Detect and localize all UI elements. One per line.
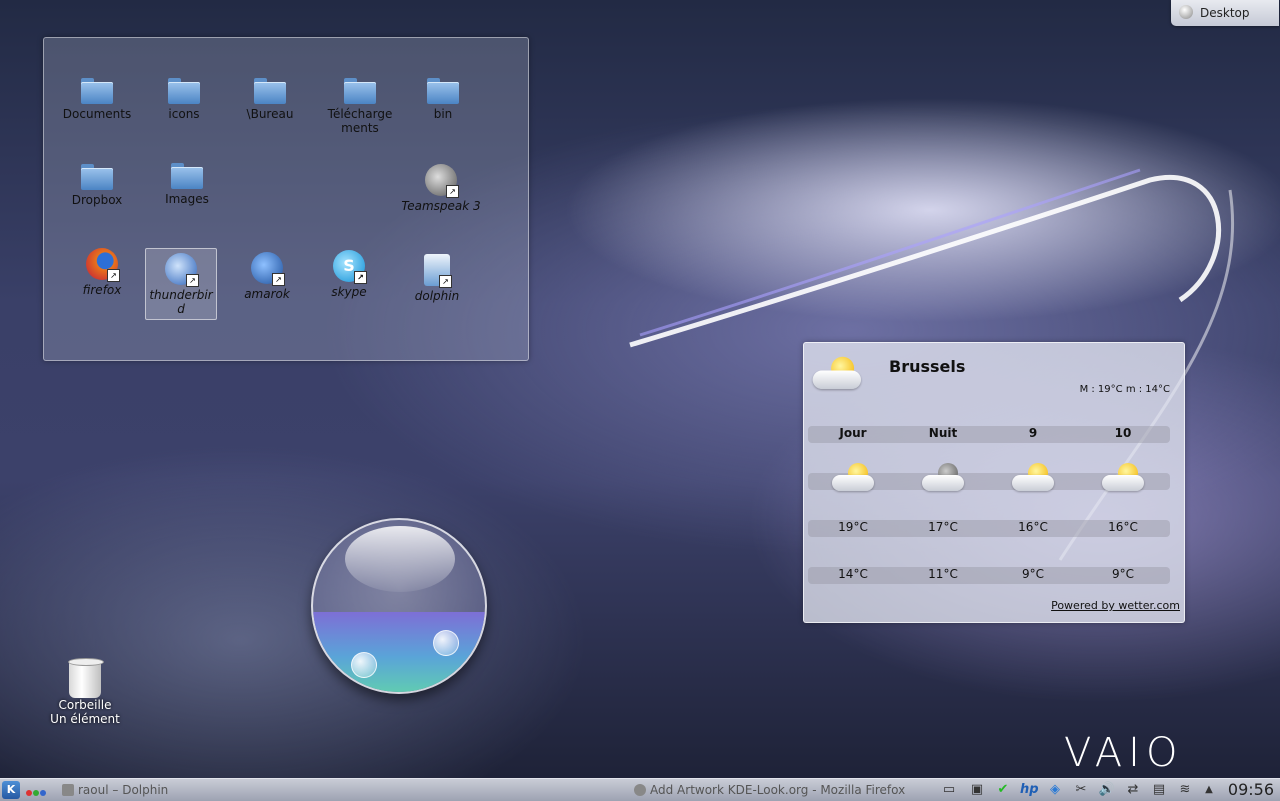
- clipboard-scissors-icon[interactable]: ✂: [1072, 781, 1090, 799]
- plasma-toolbox-icon: [1179, 5, 1193, 19]
- weather-high: 19°C: [838, 520, 868, 534]
- bubblemon-widget: [311, 518, 487, 694]
- weather-minmax: M : 19°C m : 14°C: [1079, 384, 1170, 395]
- dolphin-icon: [62, 784, 74, 796]
- weather-low: 9°C: [1021, 567, 1044, 581]
- tray-expand-icon[interactable]: ▲: [1200, 781, 1218, 799]
- folder-icon: [427, 78, 459, 104]
- vaio-logo: VAIO: [1064, 730, 1184, 776]
- shortcut-arrow-icon: ↗: [186, 274, 199, 287]
- shortcut-arrow-icon: ↗: [446, 185, 459, 198]
- weather-low: 9°C: [1111, 567, 1134, 581]
- desktop-item-firefox[interactable]: ↗ firefox: [62, 248, 142, 297]
- bubble-dot: [433, 630, 459, 656]
- bubble-shine: [345, 526, 455, 592]
- dolphin-icon: ↗: [424, 254, 452, 288]
- wifi-icon[interactable]: ≋: [1176, 781, 1194, 799]
- shortcut-arrow-icon: ↗: [272, 273, 285, 286]
- terminal-icon[interactable]: ▭: [940, 781, 958, 799]
- partly-cloudy-night-icon: [920, 461, 968, 495]
- weather-col-jour: Jour: [839, 426, 867, 440]
- shortcut-arrow-icon: ↗: [439, 275, 452, 288]
- network-icon[interactable]: ⇄: [1124, 781, 1142, 799]
- task-dolphin[interactable]: raoul – Dolphin: [62, 782, 168, 799]
- screen-icon[interactable]: ▣: [968, 781, 986, 799]
- weather-current-icon: [810, 354, 865, 393]
- weather-city: Brussels: [889, 357, 966, 376]
- taskbar: K raoul – Dolphin Add Artwork KDE-Look.o…: [0, 778, 1280, 801]
- folder-icon: [168, 78, 200, 104]
- desktop-item-images[interactable]: Images: [147, 163, 227, 206]
- folder-icon: [254, 78, 286, 104]
- skype-icon: S ↗: [333, 250, 367, 284]
- weather-col-10: 10: [1114, 426, 1132, 440]
- folder-icon: [81, 78, 113, 104]
- partly-sunny-icon: [1010, 461, 1058, 495]
- trash-icon: [68, 656, 104, 698]
- weather-low: 14°C: [838, 567, 868, 581]
- weather-high: 16°C: [1108, 520, 1138, 534]
- firefox-icon: ↗: [86, 248, 120, 282]
- folder-icon: [344, 78, 376, 104]
- hp-icon[interactable]: hp: [1020, 781, 1039, 799]
- weather-widget: Brussels M : 19°C m : 14°C Jour Nuit 9 1…: [803, 342, 1185, 623]
- desktop-item-skype[interactable]: S ↗ skype: [309, 250, 389, 299]
- partly-sunny-icon: [830, 461, 878, 495]
- weather-high-row: 19°C 17°C 16°C 16°C: [808, 520, 1170, 537]
- bubble-liquid: [313, 612, 485, 692]
- desktop-item-documents[interactable]: Documents: [57, 78, 137, 121]
- desktop-toolbox-button[interactable]: Desktop: [1171, 0, 1279, 26]
- desktop-item-teamspeak[interactable]: ↗ Teamspeak 3: [401, 164, 481, 213]
- bubble-dot: [351, 652, 377, 678]
- update-check-icon[interactable]: ✔: [994, 781, 1012, 799]
- task-firefox[interactable]: Add Artwork KDE-Look.org - Mozilla Firef…: [634, 782, 905, 799]
- trash-count: Un élément: [50, 712, 120, 726]
- desktop-item-thunderbird[interactable]: ↗ thunderbird: [145, 248, 217, 320]
- desktop-item-amarok[interactable]: ↗ amarok: [227, 252, 307, 301]
- weather-high: 17°C: [928, 520, 958, 534]
- firefox-icon: [634, 784, 646, 796]
- desktop-item-bureau[interactable]: \Bureau: [230, 78, 310, 121]
- weather-icon-row: [808, 463, 1170, 491]
- folder-icon: [81, 164, 113, 190]
- desktop-toolbox-label: Desktop: [1200, 6, 1250, 20]
- weather-col-9: 9: [1028, 426, 1038, 440]
- partly-sunny-icon: [1100, 461, 1148, 495]
- weather-powered-by-link[interactable]: Powered by wetter.com: [1051, 599, 1180, 612]
- weather-header-row: Jour Nuit 9 10: [808, 426, 1170, 443]
- desktop-item-dolphin[interactable]: ↗ dolphin: [397, 254, 477, 303]
- desktop-item-icons[interactable]: icons: [144, 78, 224, 121]
- activity-dots-icon[interactable]: [26, 785, 47, 799]
- amarok-icon: ↗: [251, 252, 285, 286]
- desktop-item-bin[interactable]: bin: [403, 78, 483, 121]
- shortcut-arrow-icon: ↗: [107, 269, 120, 282]
- kde-menu-button[interactable]: K: [2, 781, 20, 799]
- shortcut-arrow-icon: ↗: [354, 271, 367, 284]
- dropbox-icon[interactable]: ◈: [1046, 781, 1064, 799]
- desktop-item-trash[interactable]: Corbeille Un élément: [46, 656, 124, 726]
- notes-icon[interactable]: ▤: [1150, 781, 1168, 799]
- trash-label: Corbeille: [58, 698, 112, 712]
- desktop-item-dropbox[interactable]: Dropbox: [57, 164, 137, 207]
- clock[interactable]: 09:56: [1228, 780, 1274, 799]
- weather-low-row: 14°C 11°C 9°C 9°C: [808, 567, 1170, 584]
- desktop-item-telechargements[interactable]: Télécharge ments: [320, 78, 400, 135]
- folder-view-widget: Documents icons \Bureau Télécharge ments…: [43, 37, 529, 361]
- teamspeak-icon: ↗: [425, 164, 459, 198]
- volume-icon[interactable]: 🔊: [1098, 781, 1116, 799]
- weather-high: 16°C: [1018, 520, 1048, 534]
- weather-low: 11°C: [928, 567, 958, 581]
- thunderbird-icon: ↗: [165, 253, 199, 287]
- weather-col-nuit: Nuit: [928, 426, 958, 440]
- folder-icon: [171, 163, 203, 189]
